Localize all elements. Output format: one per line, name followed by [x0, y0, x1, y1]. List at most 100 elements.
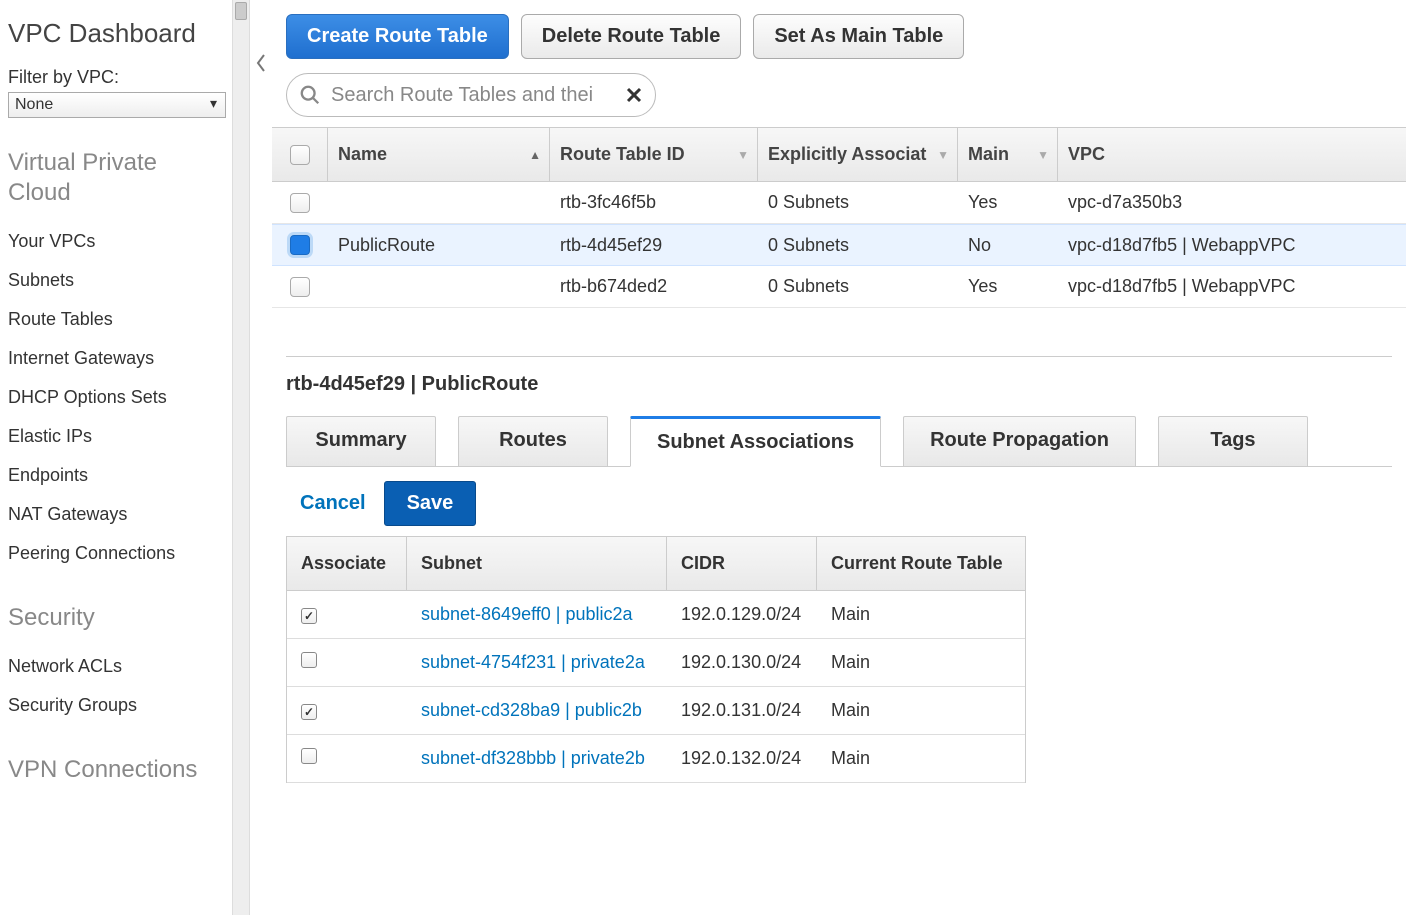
col-header-main[interactable]: Main [958, 128, 1058, 181]
sidebar-section-heading: VPN Connections [8, 755, 224, 785]
sidebar-item-network-acls[interactable]: Network ACLs [8, 647, 224, 686]
assoc-row: subnet-8649eff0 | public2a 192.0.129.0/24… [287, 591, 1025, 639]
tab-subnet-associations[interactable]: Subnet Associations [630, 416, 881, 467]
filter-by-vpc-value: None [15, 96, 53, 114]
cell-current-route-table: Main [817, 748, 1025, 769]
associate-checkbox[interactable] [301, 704, 317, 720]
filter-by-vpc-select[interactable]: None [8, 92, 226, 118]
sidebar-item-subnets[interactable]: Subnets [8, 261, 224, 300]
subnet-link[interactable]: subnet-cd328ba9 | public2b [421, 700, 642, 720]
cell-main: No [958, 225, 1058, 265]
search-icon [299, 84, 321, 106]
cell-explicitly-associated: 0 Subnets [758, 266, 958, 307]
scrollbar-thumb[interactable] [235, 2, 247, 20]
sidebar-item-security-groups[interactable]: Security Groups [8, 686, 224, 725]
select-all-checkbox[interactable] [290, 145, 310, 165]
search-box [286, 73, 656, 117]
sidebar-section-heading: Security [8, 603, 224, 633]
table-row[interactable]: PublicRoutertb-4d45ef290 SubnetsNovpc-d1… [272, 224, 1406, 266]
sort-icon [1037, 148, 1049, 162]
cell-current-route-table: Main [817, 604, 1025, 625]
assoc-col-current-route-table: Current Route Table [817, 537, 1025, 590]
sidebar-item-endpoints[interactable]: Endpoints [8, 456, 224, 495]
cell-current-route-table: Main [817, 652, 1025, 673]
sidebar-scrollbar[interactable] [232, 0, 250, 915]
assoc-col-associate: Associate [287, 537, 407, 590]
table-row[interactable]: rtb-3fc46f5b0 SubnetsYesvpc-d7a350b3 [272, 182, 1406, 224]
cell-cidr: 192.0.129.0/24 [667, 604, 817, 625]
main-panel: Create Route Table Delete Route Table Se… [272, 0, 1416, 915]
cell-main: Yes [958, 266, 1058, 307]
assoc-row: subnet-4754f231 | private2a 192.0.130.0/2… [287, 639, 1025, 687]
sidebar: VPC Dashboard Filter by VPC: None Virtua… [0, 0, 232, 915]
cell-name: PublicRoute [328, 225, 550, 265]
sidebar-item-your-vpcs[interactable]: Your VPCs [8, 222, 224, 261]
associate-checkbox[interactable] [301, 652, 317, 668]
cell-cidr: 192.0.132.0/24 [667, 748, 817, 769]
cell-vpc: vpc-d18d7fb5 | WebappVPC [1058, 225, 1406, 265]
details-panel: rtb-4d45ef29 | PublicRoute Summary Routes… [272, 308, 1406, 783]
cell-route-table-id: rtb-4d45ef29 [550, 225, 758, 265]
cell-explicitly-associated: 0 Subnets [758, 225, 958, 265]
sort-icon [737, 148, 749, 162]
tab-summary[interactable]: Summary [286, 416, 436, 467]
sidebar-section-heading: Virtual Private Cloud [8, 148, 224, 208]
save-button[interactable]: Save [384, 481, 477, 526]
table-row[interactable]: rtb-b674ded20 SubnetsYesvpc-d18d7fb5 | W… [272, 266, 1406, 308]
subnet-link[interactable]: subnet-8649eff0 | public2a [421, 604, 633, 624]
sidebar-item-peering-connections[interactable]: Peering Connections [8, 534, 224, 573]
subnet-link[interactable]: subnet-df328bbb | private2b [421, 748, 645, 768]
cell-cidr: 192.0.130.0/24 [667, 652, 817, 673]
sidebar-item-elastic-ips[interactable]: Elastic IPs [8, 417, 224, 456]
assoc-row: subnet-cd328ba9 | public2b 192.0.131.0/24… [287, 687, 1025, 735]
cancel-button[interactable]: Cancel [300, 492, 366, 515]
tab-route-propagation[interactable]: Route Propagation [903, 416, 1136, 467]
subnet-link[interactable]: subnet-4754f231 | private2a [421, 652, 645, 672]
sidebar-collapse-handle [250, 0, 272, 915]
col-header-explicitly-associated[interactable]: Explicitly Associat [758, 128, 958, 181]
sidebar-item-route-tables[interactable]: Route Tables [8, 300, 224, 339]
create-route-table-button[interactable]: Create Route Table [286, 14, 509, 59]
tab-routes[interactable]: Routes [458, 416, 608, 467]
cell-route-table-id: rtb-b674ded2 [550, 266, 758, 307]
col-header-name[interactable]: Name [328, 128, 550, 181]
sidebar-item-nat-gateways[interactable]: NAT Gateways [8, 495, 224, 534]
row-checkbox[interactable] [290, 277, 310, 297]
cell-name [328, 182, 550, 223]
toolbar: Create Route Table Delete Route Table Se… [272, 0, 1406, 73]
sidebar-item-dhcp-options-sets[interactable]: DHCP Options Sets [8, 378, 224, 417]
tab-tags[interactable]: Tags [1158, 416, 1308, 467]
grid-header-row: Name Route Table ID Explicitly Associat … [272, 128, 1406, 182]
details-tabs: Summary Routes Subnet Associations Route Pr… [286, 416, 1392, 467]
sidebar-item-internet-gateways[interactable]: Internet Gateways [8, 339, 224, 378]
subnet-associations-table: Associate Subnet CIDR Current Route Tabl… [286, 536, 1026, 783]
row-checkbox[interactable] [290, 193, 310, 213]
col-header-vpc[interactable]: VPC [1058, 128, 1406, 181]
sort-icon [937, 148, 949, 162]
cell-explicitly-associated: 0 Subnets [758, 182, 958, 223]
cell-main: Yes [958, 182, 1058, 223]
collapse-sidebar-button[interactable] [252, 48, 270, 78]
filter-by-vpc-label: Filter by VPC: [8, 67, 224, 88]
cell-cidr: 192.0.131.0/24 [667, 700, 817, 721]
cell-name [328, 266, 550, 307]
details-title: rtb-4d45ef29 | PublicRoute [286, 373, 1392, 396]
col-header-route-table-id[interactable]: Route Table ID [550, 128, 758, 181]
route-tables-grid: Name Route Table ID Explicitly Associat … [272, 127, 1406, 308]
delete-route-table-button[interactable]: Delete Route Table [521, 14, 742, 59]
cell-current-route-table: Main [817, 700, 1025, 721]
cell-vpc: vpc-d7a350b3 [1058, 182, 1406, 223]
assoc-row: subnet-df328bbb | private2b 192.0.132.0/2… [287, 735, 1025, 783]
set-as-main-table-button[interactable]: Set As Main Table [753, 14, 964, 59]
assoc-col-subnet: Subnet [407, 537, 667, 590]
sidebar-title: VPC Dashboard [8, 18, 224, 49]
sort-asc-icon [529, 148, 541, 162]
cell-vpc: vpc-d18d7fb5 | WebappVPC [1058, 266, 1406, 307]
clear-search-icon[interactable] [625, 86, 643, 104]
cell-route-table-id: rtb-3fc46f5b [550, 182, 758, 223]
search-input[interactable] [329, 83, 617, 108]
associate-checkbox[interactable] [301, 748, 317, 764]
row-checkbox[interactable] [290, 235, 310, 255]
assoc-col-cidr: CIDR [667, 537, 817, 590]
associate-checkbox[interactable] [301, 608, 317, 624]
